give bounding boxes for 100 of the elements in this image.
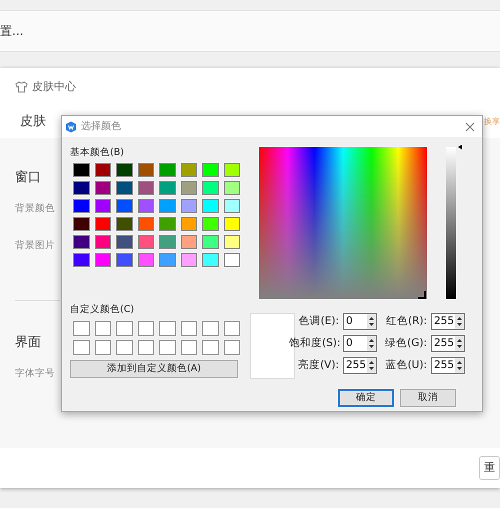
color-swatch[interactable]: [94, 181, 111, 195]
field-label: 色调(E):: [298, 314, 339, 329]
color-swatch[interactable]: [94, 235, 111, 249]
custom-swatch[interactable]: [224, 321, 240, 336]
color-swatch[interactable]: [94, 253, 111, 267]
field-label: 绿色(G):: [384, 336, 427, 351]
custom-swatch[interactable]: [180, 340, 197, 355]
spin-field[interactable]: 255: [431, 335, 465, 352]
field-label: 饱和度(S):: [289, 336, 339, 351]
color-swatch[interactable]: [73, 199, 90, 213]
custom-swatch[interactable]: [73, 321, 90, 336]
dialog-button[interactable]: 取消: [400, 389, 456, 407]
color-swatch[interactable]: [202, 163, 218, 177]
color-swatch[interactable]: [159, 217, 176, 231]
custom-swatch[interactable]: [94, 321, 111, 336]
color-swatch[interactable]: [202, 199, 218, 213]
color-swatch[interactable]: [138, 199, 154, 213]
color-swatch[interactable]: [116, 253, 132, 267]
custom-swatch[interactable]: [180, 321, 197, 336]
color-swatch[interactable]: [94, 163, 111, 177]
section-label: 自定义颜色(C): [70, 303, 136, 317]
setting-label: 背景图片: [15, 239, 56, 253]
color-swatch[interactable]: [224, 253, 240, 267]
spin-arrows-icon[interactable]: [367, 336, 376, 351]
color-swatch[interactable]: [73, 181, 90, 195]
color-swatch[interactable]: [116, 217, 132, 231]
color-swatch[interactable]: [159, 199, 176, 213]
color-swatch[interactable]: [180, 235, 197, 249]
tab[interactable]: 皮肤: [20, 112, 46, 132]
custom-swatch[interactable]: [202, 321, 218, 336]
color-swatch[interactable]: [116, 181, 132, 195]
color-swatch[interactable]: [116, 235, 132, 249]
color-swatch[interactable]: [224, 199, 240, 213]
color-swatch[interactable]: [202, 217, 218, 231]
spin-field[interactable]: 0: [343, 313, 377, 330]
color-swatch[interactable]: [180, 217, 197, 231]
section-heading: 界面: [15, 334, 42, 352]
color-swatch[interactable]: [180, 253, 197, 267]
color-swatch[interactable]: [94, 199, 111, 213]
custom-swatch[interactable]: [73, 340, 90, 355]
color-swatch[interactable]: [159, 163, 176, 177]
color-swatch[interactable]: [138, 253, 154, 267]
color-swatch[interactable]: [180, 199, 197, 213]
color-swatch[interactable]: [116, 199, 132, 213]
spin-arrows-icon[interactable]: [455, 336, 464, 351]
custom-swatch[interactable]: [159, 340, 176, 355]
color-swatch[interactable]: [180, 181, 197, 195]
app-logo-icon: [65, 120, 77, 132]
color-swatch[interactable]: [180, 163, 197, 177]
shirt-icon: [15, 81, 28, 93]
color-swatch[interactable]: [159, 235, 176, 249]
spin-field[interactable]: 255: [431, 313, 465, 330]
custom-swatch[interactable]: [138, 321, 154, 336]
spin-field[interactable]: 255: [431, 357, 465, 374]
color-swatch[interactable]: [138, 217, 154, 231]
color-swatch[interactable]: [159, 253, 176, 267]
color-swatch[interactable]: [202, 181, 218, 195]
spin-arrows-icon[interactable]: [455, 314, 464, 329]
menu-text: 置...: [0, 23, 24, 40]
color-swatch[interactable]: [224, 217, 240, 231]
dialog-button[interactable]: 确定: [338, 389, 394, 407]
color-swatch[interactable]: [224, 163, 240, 177]
close-icon[interactable]: [465, 122, 475, 132]
color-swatch[interactable]: [73, 163, 90, 177]
color-swatch[interactable]: [94, 217, 111, 231]
color-swatch[interactable]: [138, 181, 154, 195]
custom-swatch[interactable]: [116, 340, 132, 355]
color-swatch[interactable]: [159, 181, 176, 195]
panel-title: 皮肤中心: [32, 78, 76, 95]
color-swatch[interactable]: [138, 235, 154, 249]
color-swatch[interactable]: [73, 217, 90, 231]
spin-field[interactable]: 0: [343, 335, 377, 352]
color-swatch[interactable]: [73, 235, 90, 249]
spin-field[interactable]: 255: [343, 357, 377, 374]
spin-arrows-icon[interactable]: [367, 358, 376, 373]
setting-label: 字体字号: [15, 367, 56, 381]
luminance-slider[interactable]: [446, 145, 462, 301]
custom-swatch[interactable]: [138, 340, 154, 355]
reset-button[interactable]: 重: [479, 456, 500, 480]
section-heading: 窗口: [15, 169, 42, 187]
color-swatch[interactable]: [202, 253, 218, 267]
custom-swatch[interactable]: [116, 321, 132, 336]
custom-swatch[interactable]: [202, 340, 218, 355]
color-swatch[interactable]: [224, 235, 240, 249]
add-custom-button[interactable]: 添加到自定义颜色(A): [70, 360, 238, 378]
color-swatch[interactable]: [202, 235, 218, 249]
custom-swatch[interactable]: [159, 321, 176, 336]
spin-arrows-icon[interactable]: [367, 314, 376, 329]
custom-swatch[interactable]: [224, 340, 240, 355]
color-swatch[interactable]: [73, 253, 90, 267]
field-label: 红色(R):: [384, 314, 427, 329]
color-swatch[interactable]: [116, 163, 132, 177]
field-label: 亮度(V):: [297, 358, 339, 373]
setting-label: 背景颜色: [15, 202, 56, 216]
color-swatch[interactable]: [224, 181, 240, 195]
slider-arrow-icon[interactable]: [458, 145, 462, 150]
color-swatch[interactable]: [138, 163, 154, 177]
spin-arrows-icon[interactable]: [455, 358, 464, 373]
custom-swatch[interactable]: [94, 340, 111, 355]
section-label: 基本颜色(B): [70, 146, 125, 160]
